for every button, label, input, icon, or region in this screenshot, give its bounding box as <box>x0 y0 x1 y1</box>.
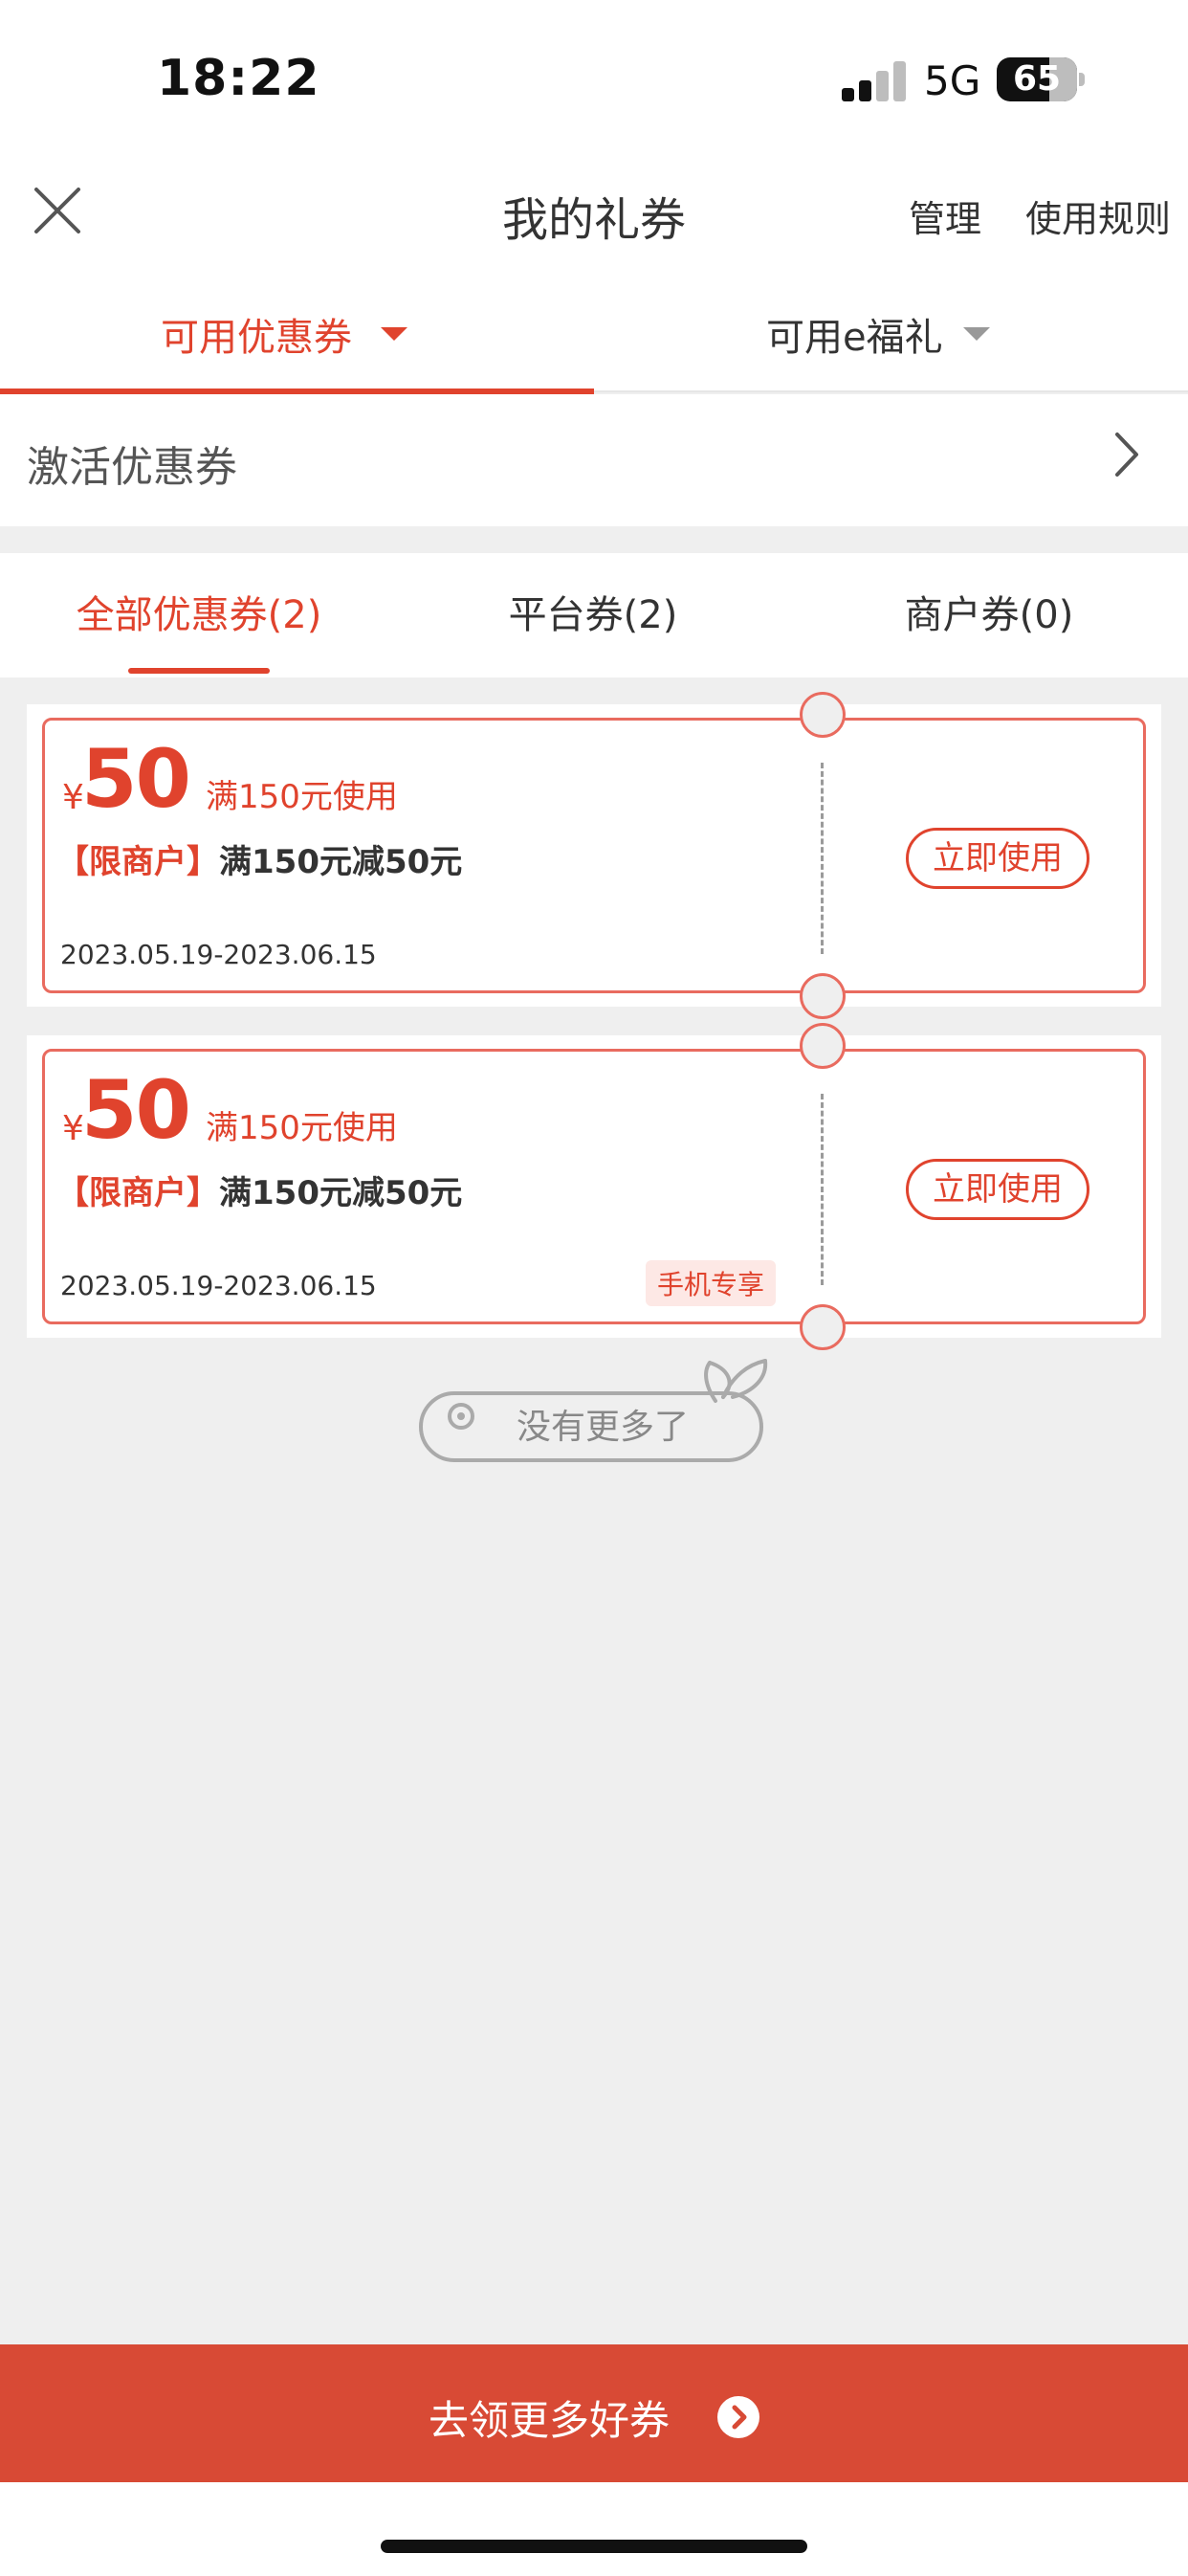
active-subtab-indicator <box>128 668 270 674</box>
use-now-button[interactable]: 立即使用 <box>906 828 1089 889</box>
tab-label: 可用优惠券 <box>161 316 352 360</box>
use-now-button[interactable]: 立即使用 <box>906 1159 1089 1220</box>
tab-label: 可用e福礼 <box>766 316 943 360</box>
top-tabs: 可用优惠券 可用e福礼 <box>0 268 1188 394</box>
battery-level: 65 <box>1012 59 1062 99</box>
coupon-filter-tabs: 全部优惠券(2) 平台券(2) 商户券(0) <box>0 553 1188 677</box>
tab-platform-coupons[interactable]: 平台券(2) <box>432 553 754 677</box>
usage-rules-button[interactable]: 使用规则 <box>1025 189 1171 242</box>
coupon-frame: ¥ 50 满150元使用 【限商户】满150元减50元 2023.05.19-2… <box>42 692 1146 1019</box>
coupon-frame: ¥ 50 满150元使用 【限商户】满150元减50元 2023.05.19-2… <box>42 1023 1146 1350</box>
tab-available-coupons[interactable]: 可用优惠券 <box>0 268 594 394</box>
coupon-card: ¥ 50 满150元使用 【限商户】满150元减50元 2023.05.19-2… <box>27 692 1161 1019</box>
coupon-description: 【限商户】满150元减50元 <box>56 1166 462 1213</box>
tab-merchant-coupons[interactable]: 商户券(0) <box>828 553 1150 677</box>
tab-all-coupons[interactable]: 全部优惠券(2) <box>38 553 360 677</box>
coupon-amount: 50 <box>81 1063 191 1157</box>
coupon-title: 满150元减50元 <box>219 1174 463 1212</box>
coupon-notch <box>800 1304 846 1350</box>
battery-icon: 65 <box>997 57 1077 101</box>
coupon-title: 满150元减50元 <box>219 843 463 881</box>
coupon-notch <box>800 973 846 1019</box>
mobile-exclusive-badge: 手机专享 <box>646 1260 777 1306</box>
coupon-condition: 满150元使用 <box>206 778 398 816</box>
coupon-tag: 【限商户】 <box>56 843 219 881</box>
coupon-validity: 2023.05.19-2023.06.15 <box>60 939 377 970</box>
status-time: 18:22 <box>157 50 320 107</box>
battery-cap <box>1079 73 1085 86</box>
no-more-text: 没有更多了 <box>517 1408 690 1447</box>
coupon-divider <box>821 763 824 954</box>
activate-coupon-label: 激活优惠券 <box>27 443 237 492</box>
coupon-amount: 50 <box>81 732 191 826</box>
coupon-condition: 满150元使用 <box>206 1109 398 1147</box>
cta-label: 去领更多好券 <box>429 2397 671 2444</box>
arrow-right-circle-icon <box>717 2396 759 2438</box>
chevron-right-icon <box>1110 429 1144 480</box>
coupon-divider <box>821 1094 824 1285</box>
home-indicator[interactable] <box>381 2540 807 2553</box>
coupon-tag: 【限商户】 <box>56 1174 219 1212</box>
coupon-notch <box>800 1023 846 1069</box>
signal-icon <box>842 59 909 101</box>
page-title: 我的礼券 <box>501 193 686 247</box>
coupon-validity: 2023.05.19-2023.06.15 <box>60 1270 377 1301</box>
coupon-notch <box>800 692 846 738</box>
tab-available-e-gifts[interactable]: 可用e福礼 <box>594 268 1188 392</box>
caret-down-icon <box>963 327 990 341</box>
network-type: 5G <box>924 57 981 104</box>
home-indicator-area <box>0 2482 1188 2576</box>
caret-down-icon <box>381 327 407 341</box>
manage-button[interactable]: 管理 <box>909 189 981 242</box>
coupon-card: ¥ 50 满150元使用 【限商户】满150元减50元 2023.05.19-2… <box>27 1023 1161 1350</box>
coupon-description: 【限商户】满150元减50元 <box>56 835 462 882</box>
